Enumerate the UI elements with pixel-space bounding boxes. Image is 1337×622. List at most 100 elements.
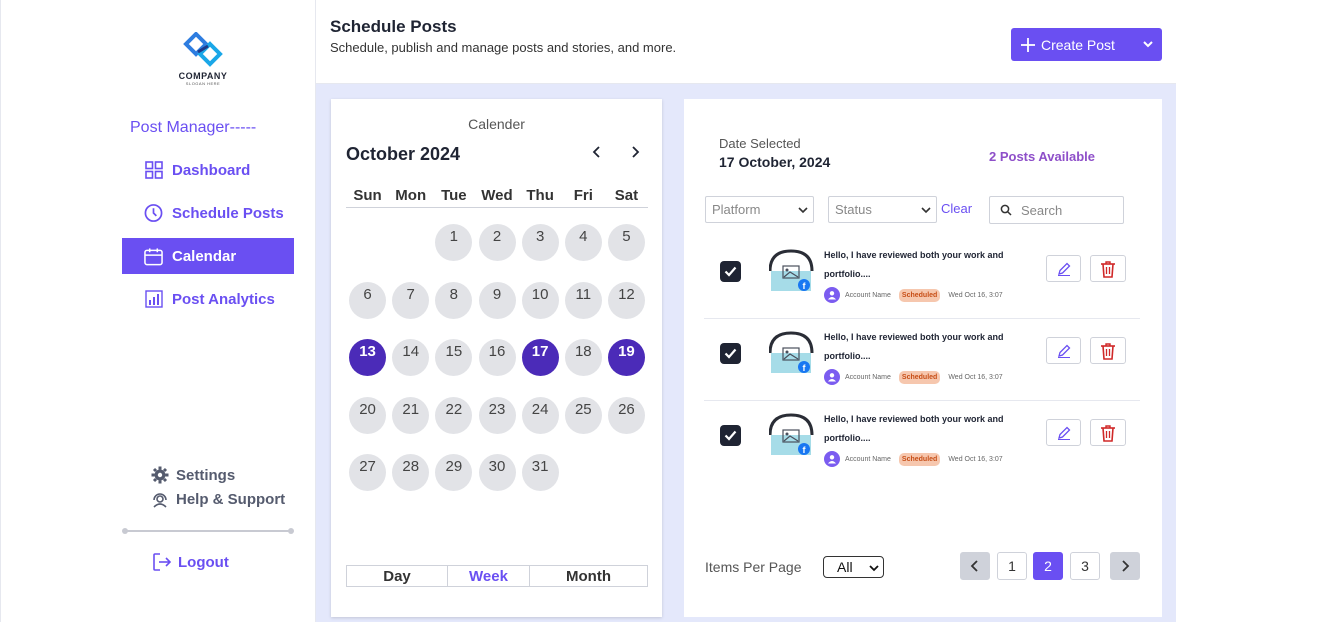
section-title: Post Manager----- — [130, 119, 257, 136]
search-input[interactable]: Search — [989, 196, 1124, 224]
page-subtitle: Schedule, publish and manage posts and s… — [330, 40, 677, 55]
prev-month-button[interactable] — [591, 145, 603, 164]
grid-icon — [144, 161, 163, 180]
calendar-day[interactable]: 4 — [564, 224, 602, 261]
sidebar-divider — [122, 528, 294, 534]
chevron-left-icon — [592, 146, 600, 158]
calendar-day[interactable]: 17 — [521, 339, 559, 376]
post-checkbox[interactable] — [720, 343, 741, 364]
sidebar-item-post-analytics[interactable]: Post Analytics — [122, 281, 294, 317]
view-tab-month[interactable]: Month — [530, 566, 647, 586]
edit-post-button[interactable] — [1046, 255, 1081, 282]
headset-icon — [150, 489, 170, 509]
calendar-day[interactable]: 18 — [564, 339, 602, 376]
items-per-page-value: All — [837, 559, 853, 575]
status-badge: Scheduled — [898, 370, 941, 384]
settings-link[interactable]: Settings — [150, 463, 285, 487]
pencil-icon — [1057, 262, 1070, 276]
plus-icon — [1020, 37, 1036, 53]
platform-select[interactable]: Platform — [705, 196, 814, 223]
calendar-day[interactable]: 19 — [607, 339, 645, 376]
calendar-day[interactable]: 20 — [349, 396, 387, 434]
view-tab-day[interactable]: Day — [347, 566, 448, 586]
calendar-day[interactable]: 9 — [478, 281, 516, 319]
logout-icon — [152, 552, 172, 572]
calendar-day[interactable]: 14 — [392, 339, 430, 376]
calendar-day[interactable]: 24 — [521, 396, 559, 434]
trash-icon — [1101, 342, 1115, 360]
calendar-day[interactable]: 1 — [435, 224, 473, 261]
sidebar-item-calendar[interactable]: Calendar — [122, 238, 294, 274]
logout-button[interactable]: Logout — [152, 552, 229, 572]
calendar-day[interactable]: 13 — [349, 339, 387, 376]
calendar-day[interactable]: 30 — [478, 454, 516, 491]
calendar-card: Calender October 2024 Sun Mon Tue Wed Thu Fri… — [331, 99, 662, 617]
sidebar-item-schedule-posts[interactable]: Schedule Posts — [122, 195, 294, 231]
calendar-day[interactable]: 27 — [349, 454, 387, 491]
post-thumbnail: f — [768, 331, 814, 375]
pagination-page-3[interactable]: 3 — [1070, 552, 1100, 580]
pagination-page-2[interactable]: 2 — [1033, 552, 1063, 580]
calendar-day[interactable]: 25 — [564, 396, 602, 434]
items-per-page-select[interactable]: All — [823, 556, 884, 578]
edit-post-button[interactable] — [1046, 419, 1081, 446]
post-row: f Hello, I have reviewed both your work … — [704, 237, 1140, 319]
pencil-icon — [1057, 344, 1070, 358]
pagination-prev-button[interactable] — [960, 552, 990, 580]
pencil-icon — [1057, 426, 1070, 440]
chevron-right-icon — [1122, 560, 1130, 572]
chevron-down-icon[interactable] — [1142, 37, 1154, 51]
calendar-day[interactable]: 28 — [392, 454, 430, 491]
post-text: Hello, I have reviewed both your work an… — [824, 410, 1029, 448]
view-tabs: Day Week Month — [346, 565, 648, 587]
sidebar-item-label: Calendar — [172, 247, 237, 265]
post-checkbox[interactable] — [720, 261, 741, 282]
post-row: f Hello, I have reviewed both your work … — [704, 401, 1140, 483]
calendar-icon — [144, 247, 163, 266]
calendar-day[interactable]: 31 — [521, 454, 559, 491]
trash-icon — [1101, 424, 1115, 442]
delete-post-button[interactable] — [1090, 419, 1126, 446]
edit-post-button[interactable] — [1046, 337, 1081, 364]
sidebar-item-label: Schedule Posts — [172, 204, 284, 222]
chevron-left-icon — [970, 560, 978, 572]
delete-post-button[interactable] — [1090, 337, 1126, 364]
calendar-day[interactable]: 26 — [607, 396, 645, 434]
help-support-link[interactable]: Help & Support — [150, 487, 285, 511]
sidebar-item-dashboard[interactable]: Dashboard — [122, 152, 294, 188]
status-badge: Scheduled — [898, 288, 941, 302]
calendar-label: Calender — [468, 116, 525, 132]
pagination-page-1[interactable]: 1 — [997, 552, 1027, 580]
calendar-day[interactable]: 11 — [564, 281, 602, 319]
calendar-day[interactable]: 5 — [607, 224, 645, 261]
calendar-day[interactable]: 6 — [349, 281, 387, 319]
calendar-day[interactable]: 15 — [435, 339, 473, 376]
calendar-day[interactable]: 23 — [478, 396, 516, 434]
calendar-day[interactable]: 22 — [435, 396, 473, 434]
delete-post-button[interactable] — [1090, 255, 1126, 282]
checkmark-icon — [724, 266, 737, 277]
next-month-button[interactable] — [629, 145, 641, 164]
weekday-label: Wed — [481, 187, 513, 204]
calendar-day[interactable]: 29 — [435, 454, 473, 491]
chevron-right-icon — [632, 146, 640, 158]
calendar-day[interactable]: 7 — [392, 281, 430, 319]
post-timestamp: Wed Oct 16, 3:07 — [948, 455, 1003, 463]
create-post-button[interactable]: Create Post — [1011, 28, 1162, 61]
calendar-day[interactable]: 16 — [478, 339, 516, 376]
pagination-next-button[interactable] — [1110, 552, 1140, 580]
status-select[interactable]: Status — [828, 196, 937, 223]
logout-label: Logout — [178, 553, 229, 571]
calendar-day[interactable]: 8 — [435, 281, 473, 319]
clear-filters-link[interactable]: Clear — [941, 201, 972, 216]
calendar-day[interactable]: 12 — [607, 281, 645, 319]
help-support-label: Help & Support — [176, 490, 286, 508]
calendar-day[interactable]: 21 — [392, 396, 430, 434]
checkmark-icon — [724, 348, 737, 359]
view-tab-week[interactable]: Week — [448, 566, 530, 586]
calendar-day[interactable]: 2 — [478, 224, 516, 261]
calendar-day[interactable]: 3 — [521, 224, 559, 261]
post-checkbox[interactable] — [720, 425, 741, 446]
calendar-day[interactable]: 10 — [521, 281, 559, 319]
weekday-label: Thu — [526, 187, 554, 204]
